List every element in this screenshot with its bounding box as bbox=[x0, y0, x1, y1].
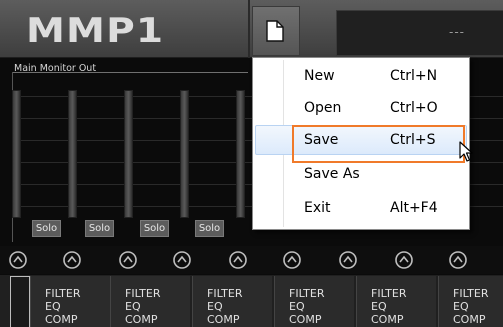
focus-highlight bbox=[292, 125, 465, 163]
channel-fader[interactable] bbox=[236, 90, 245, 218]
app-header: MMP1 --- bbox=[0, 0, 503, 58]
knob-icon[interactable] bbox=[62, 250, 82, 270]
header-divider bbox=[248, 0, 250, 58]
knob-icon[interactable] bbox=[338, 250, 358, 270]
menu-item-exit[interactable]: Exit Alt+F4 bbox=[255, 193, 467, 223]
menu-item-shortcut: Ctrl+O bbox=[390, 100, 438, 116]
status-display-text: --- bbox=[449, 25, 465, 39]
menu-item-label: Open bbox=[304, 100, 342, 116]
strip-label-eq: EQ bbox=[207, 300, 223, 313]
strip-label-comp: COMP bbox=[125, 313, 158, 326]
strip-label-filter: FILTER bbox=[125, 287, 161, 300]
strip-label-filter: FILTER bbox=[371, 287, 407, 300]
channel-strip[interactable]: FILTER EQ COMP bbox=[274, 276, 354, 327]
knob-icon[interactable] bbox=[282, 250, 302, 270]
menu-item-new[interactable]: New Ctrl+N bbox=[255, 61, 467, 91]
solo-button[interactable]: Solo bbox=[140, 220, 169, 237]
channel-strip[interactable]: FILTER EQ COMP bbox=[192, 276, 272, 327]
strip-label-filter: FILTER bbox=[207, 287, 243, 300]
menu-item-label: New bbox=[304, 68, 335, 84]
channel-strip[interactable]: FILTER EQ COMP bbox=[438, 276, 503, 327]
channel-fader[interactable] bbox=[124, 90, 133, 218]
knob-icon[interactable] bbox=[448, 250, 468, 270]
knob-icon[interactable] bbox=[8, 250, 28, 270]
knob-icon[interactable] bbox=[172, 250, 192, 270]
document-icon bbox=[266, 20, 284, 42]
channel-strip-selected[interactable] bbox=[10, 276, 30, 327]
strip-label-comp: COMP bbox=[45, 313, 78, 326]
menu-item-shortcut: Alt+F4 bbox=[390, 200, 438, 216]
solo-button[interactable]: Solo bbox=[32, 220, 61, 237]
knob-icon[interactable] bbox=[118, 250, 138, 270]
strip-label-filter: FILTER bbox=[453, 287, 489, 300]
strip-label-eq: EQ bbox=[453, 300, 469, 313]
channel-strip[interactable]: FILTER EQ COMP bbox=[30, 276, 110, 327]
channel-strip[interactable]: FILTER EQ COMP bbox=[110, 276, 190, 327]
strip-label-eq: EQ bbox=[371, 300, 387, 313]
menu-item-save-as[interactable]: Save As bbox=[255, 159, 467, 189]
knob-icon[interactable] bbox=[228, 250, 248, 270]
channel-fader[interactable] bbox=[68, 90, 77, 218]
knob-icon[interactable] bbox=[394, 250, 414, 270]
strip-label-filter: FILTER bbox=[289, 287, 325, 300]
channel-strip[interactable]: FILTER EQ COMP bbox=[356, 276, 436, 327]
menu-item-shortcut: Ctrl+N bbox=[390, 68, 438, 84]
strip-label-comp: COMP bbox=[207, 313, 240, 326]
menu-item-open[interactable]: Open Ctrl+O bbox=[255, 93, 467, 123]
file-menu-button[interactable] bbox=[252, 6, 300, 56]
solo-button[interactable]: Solo bbox=[195, 220, 224, 237]
strip-label-eq: EQ bbox=[289, 300, 305, 313]
menu-item-label: Exit bbox=[304, 200, 331, 216]
strip-label-filter: FILTER bbox=[45, 287, 81, 300]
menu-item-label: Save As bbox=[304, 166, 360, 182]
solo-button[interactable]: Solo bbox=[85, 220, 114, 237]
strip-label-comp: COMP bbox=[289, 313, 322, 326]
mouse-pointer-icon bbox=[459, 141, 473, 162]
status-display: --- bbox=[336, 10, 503, 56]
channel-fader[interactable] bbox=[180, 90, 189, 218]
strip-label-eq: EQ bbox=[125, 300, 141, 313]
strip-label-comp: COMP bbox=[371, 313, 404, 326]
strip-label-eq: EQ bbox=[45, 300, 61, 313]
strip-label-comp: COMP bbox=[453, 313, 486, 326]
app-logo: MMP1 bbox=[26, 11, 165, 51]
channel-fader[interactable] bbox=[12, 90, 21, 218]
